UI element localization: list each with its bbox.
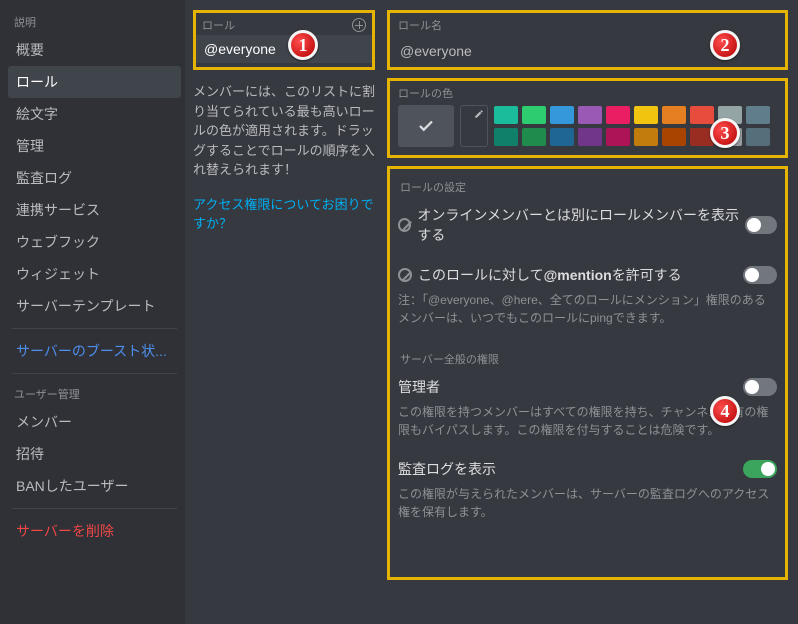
color-default-swatch[interactable] <box>398 105 454 147</box>
sidebar-item-delete-server[interactable]: サーバーを削除 <box>8 515 181 547</box>
perm-view-audit-log: 監査ログを表示 この権限が与えられたメンバーは、サーバーの監査ログへのアクセス権… <box>398 459 777 521</box>
role-list-item-everyone[interactable]: @everyone <box>196 35 372 63</box>
role-list-box: ロール @everyone <box>193 10 375 70</box>
sidebar-item-boost[interactable]: サーバーのブースト状... <box>8 335 181 367</box>
sidebar-item-bans[interactable]: BANしたユーザー <box>8 470 181 502</box>
color-swatch[interactable] <box>662 128 686 146</box>
sidebar-item-widget[interactable]: ウィジェット <box>8 258 181 290</box>
annotation-badge-1: 1 <box>288 30 318 60</box>
perm-allow-mention: このロールに対して@mentionを許可する 注：「@everyone、@her… <box>398 265 777 327</box>
color-swatch[interactable] <box>494 128 518 146</box>
color-swatch[interactable] <box>578 128 602 146</box>
permissions-help-link[interactable]: アクセス権限についてお困りですか？ <box>193 194 375 232</box>
perm-label: オンラインメンバーとは別にロールメンバーを表示する <box>417 205 745 245</box>
sidebar-item-webhooks[interactable]: ウェブフック <box>8 226 181 258</box>
divider <box>12 328 177 329</box>
toggle-view-audit-log[interactable] <box>743 460 777 478</box>
color-swatch[interactable] <box>550 106 574 124</box>
role-editor: ロール名 ロールの色 ロールの設定 <box>385 0 798 624</box>
sidebar-item-members[interactable]: メンバー <box>8 406 181 438</box>
sidebar-item-integrations[interactable]: 連携サービス <box>8 194 181 226</box>
color-swatch[interactable] <box>522 106 546 124</box>
role-list-hint: メンバーには、このリストに割り当てられている最も高いロールの色が適用されます。ド… <box>193 82 375 180</box>
annotation-badge-3: 3 <box>710 118 740 148</box>
annotation-badge-2: 2 <box>710 30 740 60</box>
sidebar-item-moderation[interactable]: 管理 <box>8 130 181 162</box>
divider <box>12 508 177 509</box>
color-swatch[interactable] <box>662 106 686 124</box>
divider <box>12 373 177 374</box>
sidebar-section-label: ユーザー管理 <box>8 382 181 406</box>
color-swatch[interactable] <box>494 106 518 124</box>
color-swatch[interactable] <box>606 106 630 124</box>
sidebar-item-audit-log[interactable]: 監査ログ <box>8 162 181 194</box>
toggle-display-separately[interactable] <box>745 216 777 234</box>
toggle-allow-mention[interactable] <box>743 266 777 284</box>
annotation-badge-4: 4 <box>710 396 740 426</box>
color-swatch[interactable] <box>522 128 546 146</box>
custom-color-picker[interactable] <box>460 105 488 147</box>
role-settings-box: ロールの設定 オンラインメンバーとは別にロールメンバーを表示する このロールに対… <box>387 166 788 580</box>
section-title-general-perms: サーバー全般の権限 <box>400 351 775 367</box>
perm-label: 監査ログを表示 <box>398 459 496 479</box>
color-swatch[interactable] <box>690 106 714 124</box>
color-swatch[interactable] <box>746 128 770 146</box>
sidebar-item-overview[interactable]: 概要 <box>8 34 181 66</box>
prohibit-icon <box>398 268 412 282</box>
color-swatch[interactable] <box>578 106 602 124</box>
settings-sidebar: 説明 概要 ロール 絵文字 管理 監査ログ 連携サービス ウェブフック ウィジェ… <box>0 0 185 624</box>
roles-column: ロール @everyone メンバーには、このリストに割り当てられている最も高い… <box>185 0 385 624</box>
sidebar-item-invites[interactable]: 招待 <box>8 438 181 470</box>
sidebar-item-template[interactable]: サーバーテンプレート <box>8 290 181 322</box>
color-swatch[interactable] <box>606 128 630 146</box>
perm-label: 管理者 <box>398 377 440 397</box>
toggle-administrator[interactable] <box>743 378 777 396</box>
color-swatch[interactable] <box>634 106 658 124</box>
section-title-role-settings: ロールの設定 <box>400 179 775 195</box>
perm-desc: 注：「@everyone、@here、全てのロールにメンション」権限のあるメンバ… <box>398 291 777 327</box>
check-icon <box>417 117 435 135</box>
color-swatch[interactable] <box>746 106 770 124</box>
role-list-heading: ロール <box>202 17 235 33</box>
sidebar-item-roles[interactable]: ロール <box>8 66 181 98</box>
sidebar-section-label: 説明 <box>8 10 181 34</box>
color-swatch[interactable] <box>550 128 574 146</box>
pencil-icon <box>474 109 484 119</box>
perm-label: このロールに対して@mentionを許可する <box>418 265 682 285</box>
sidebar-item-emoji[interactable]: 絵文字 <box>8 98 181 130</box>
perm-display-separately: オンラインメンバーとは別にロールメンバーを表示する <box>398 205 777 245</box>
color-swatch[interactable] <box>634 128 658 146</box>
prohibit-icon <box>398 218 411 232</box>
add-role-icon[interactable] <box>352 18 366 32</box>
role-color-label: ロールの色 <box>398 85 777 101</box>
perm-desc: この権限が与えられたメンバーは、サーバーの監査ログへのアクセス権を保有します。 <box>398 485 777 521</box>
role-list-item-label: @everyone <box>204 41 276 57</box>
